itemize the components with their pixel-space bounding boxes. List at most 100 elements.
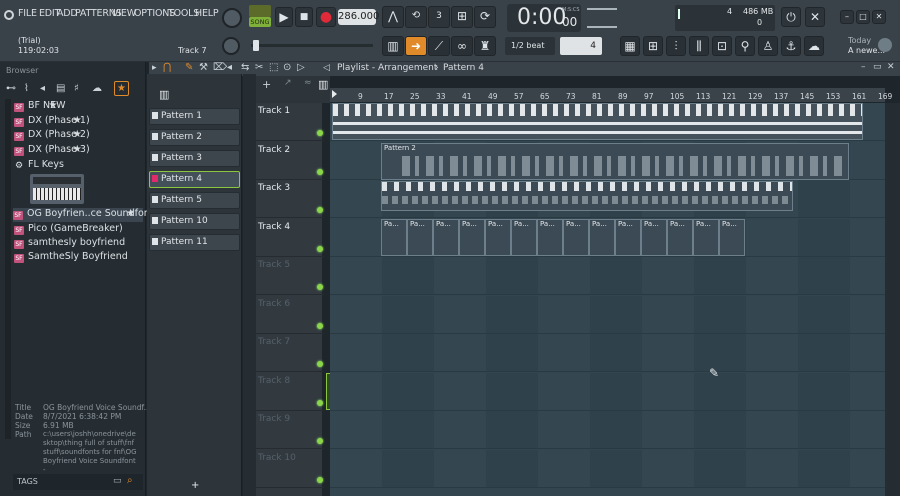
- menu-arrow-icon[interactable]: ▸: [152, 63, 157, 73]
- browser-button[interactable]: ⊡: [712, 36, 732, 56]
- playlist-button[interactable]: ▦: [620, 36, 640, 56]
- favorite-star-icon[interactable]: ★: [126, 208, 135, 219]
- cloud-icon[interactable]: ☁: [92, 83, 102, 94]
- track-header[interactable]: Track 8: [256, 373, 324, 411]
- cloud-button[interactable]: ☁: [804, 36, 824, 56]
- slice-icon[interactable]: ✂: [255, 62, 263, 73]
- track-mute-led[interactable]: [317, 284, 323, 290]
- clip-track-1[interactable]: [332, 103, 863, 140]
- browser-item[interactable]: SF DX (Phase 1) ★: [14, 115, 90, 129]
- clip-track-4[interactable]: Pa...: [407, 219, 433, 256]
- browser-item[interactable]: SF Pico (GameBreaker): [14, 223, 123, 237]
- tempo-display[interactable]: 286.000: [338, 9, 379, 25]
- pat-indicator[interactable]: [249, 5, 271, 17]
- paint-icon[interactable]: ⚒: [199, 62, 208, 73]
- clip-track-4[interactable]: Pa...: [485, 219, 511, 256]
- metronome-button[interactable]: ⋀: [382, 6, 404, 28]
- step-size-input[interactable]: 4: [560, 37, 602, 55]
- slider-handle[interactable]: [253, 40, 259, 51]
- track-lane[interactable]: [330, 449, 885, 488]
- track-mute-led[interactable]: [317, 322, 323, 329]
- track-header[interactable]: Track 3: [256, 180, 324, 218]
- playlist-pattern-name[interactable]: Pattern 4: [443, 63, 484, 73]
- clip-track-4[interactable]: Pa...: [641, 219, 667, 256]
- track-header[interactable]: Track 9: [256, 411, 324, 449]
- piano-roll-button[interactable]: ▥: [382, 36, 404, 56]
- track-header[interactable]: Track 4: [256, 219, 324, 257]
- clip-track-4[interactable]: Pa...: [511, 219, 537, 256]
- collapse-icon[interactable]: ⊷: [6, 83, 16, 94]
- maximize-button[interactable]: □: [856, 10, 870, 24]
- add-pattern-icon[interactable]: +: [191, 480, 199, 491]
- clip-track-3[interactable]: [381, 181, 793, 211]
- zoom-icon[interactable]: ⊙: [283, 62, 291, 73]
- pattern-item[interactable]: Pattern 11: [149, 234, 240, 251]
- clip-track-4[interactable]: Pa...: [381, 219, 407, 256]
- pencil-icon[interactable]: ✎: [185, 62, 193, 73]
- clip-track-4[interactable]: Pa...: [459, 219, 485, 256]
- loop-record-button[interactable]: ⟳: [474, 6, 496, 28]
- stop-button[interactable]: ■: [295, 7, 313, 27]
- link-button[interactable]: ∞: [451, 36, 473, 56]
- track-header[interactable]: Track 6: [256, 296, 324, 334]
- tags-bar[interactable]: TAGS ▭ ⌕: [13, 474, 143, 490]
- favorite-star-icon[interactable]: ★: [73, 115, 82, 126]
- countdown-button[interactable]: 3: [428, 6, 450, 28]
- minimize-icon[interactable]: –: [861, 62, 866, 72]
- track-mute-led[interactable]: [317, 168, 323, 175]
- snap-select[interactable]: 1/2 beat: [505, 37, 555, 55]
- track-header[interactable]: Track 10: [256, 450, 324, 488]
- delete-icon[interactable]: ⌦: [213, 62, 227, 73]
- playback-icon[interactable]: ▷: [297, 62, 305, 73]
- clip-track-4[interactable]: Pa...: [693, 219, 719, 256]
- menu-help[interactable]: HELP: [195, 8, 219, 19]
- clip-track-4[interactable]: Pa...: [719, 219, 745, 256]
- clip-track-4[interactable]: Pa...: [615, 219, 641, 256]
- folder-icon[interactable]: ▭: [113, 476, 122, 486]
- plugin-button[interactable]: ♙: [758, 36, 778, 56]
- track-header[interactable]: Track 7: [256, 334, 324, 372]
- track-lane[interactable]: [330, 411, 885, 449]
- clip-track-4[interactable]: Pa...: [433, 219, 459, 256]
- online-button[interactable]: ⏻: [781, 7, 801, 27]
- browser-scrollbar[interactable]: [5, 99, 11, 439]
- piano-icon[interactable]: ▥: [159, 88, 169, 101]
- magnet-icon[interactable]: ⋂: [163, 62, 171, 73]
- clip-track-4[interactable]: Pa...: [667, 219, 693, 256]
- browser-item[interactable]: SF SamtheSly Boyfriend: [14, 251, 128, 265]
- select-icon[interactable]: ⬚: [269, 62, 278, 73]
- track-mute-led[interactable]: [317, 207, 323, 213]
- track-mute-led[interactable]: [317, 438, 323, 444]
- piano-roll-view-button[interactable]: ⫼: [689, 36, 709, 56]
- pattern-item[interactable]: Pattern 10: [149, 213, 240, 230]
- slip-icon[interactable]: ⇆: [241, 62, 249, 73]
- gamepad-button[interactable]: ✕: [805, 7, 825, 27]
- track-lane[interactable]: [330, 372, 885, 411]
- search-icon[interactable]: ⌕: [127, 475, 133, 486]
- paint-tool-button[interactable]: ⟋: [428, 36, 450, 56]
- maximize-icon[interactable]: ▭: [873, 62, 882, 72]
- add-track-icon[interactable]: +: [262, 78, 271, 91]
- playhead-marker[interactable]: [332, 90, 337, 98]
- typing-keyboard-button[interactable]: ♜: [474, 36, 496, 56]
- wave-icon[interactable]: ⌇: [24, 83, 29, 94]
- menu-view[interactable]: VIEW: [112, 8, 136, 19]
- favorites-icon[interactable]: ★: [114, 81, 129, 96]
- master-volume-slider[interactable]: [251, 40, 373, 51]
- track-mute-led[interactable]: [317, 245, 323, 252]
- timeline-ruler[interactable]: 9 17 25 33 41 49 57 65 73 81 89 97 105 113 121 129 137 14…: [330, 88, 892, 102]
- arrangement-grid[interactable]: Pattern 2 Pa... Pa... Pa... Pa... Pa... Pa...…: [330, 103, 885, 496]
- tempo-button[interactable]: ⚓: [781, 36, 801, 56]
- clip-track-4[interactable]: Pa...: [537, 219, 563, 256]
- pattern-item[interactable]: Pattern 2: [149, 129, 240, 146]
- wait-button[interactable]: ⟲: [405, 6, 427, 28]
- piano-icon[interactable]: ▥: [318, 78, 328, 91]
- track-mute-led[interactable]: [317, 130, 323, 136]
- back-icon[interactable]: ◂: [40, 83, 45, 94]
- favorite-star-icon[interactable]: ★: [73, 129, 82, 140]
- track-lane[interactable]: [330, 257, 885, 295]
- clip-track-4[interactable]: Pa...: [563, 219, 589, 256]
- track-mute-led[interactable]: [317, 399, 323, 406]
- picker-scrollbar[interactable]: [243, 74, 256, 496]
- browser-item[interactable]: SF BF NEW ★: [14, 100, 66, 114]
